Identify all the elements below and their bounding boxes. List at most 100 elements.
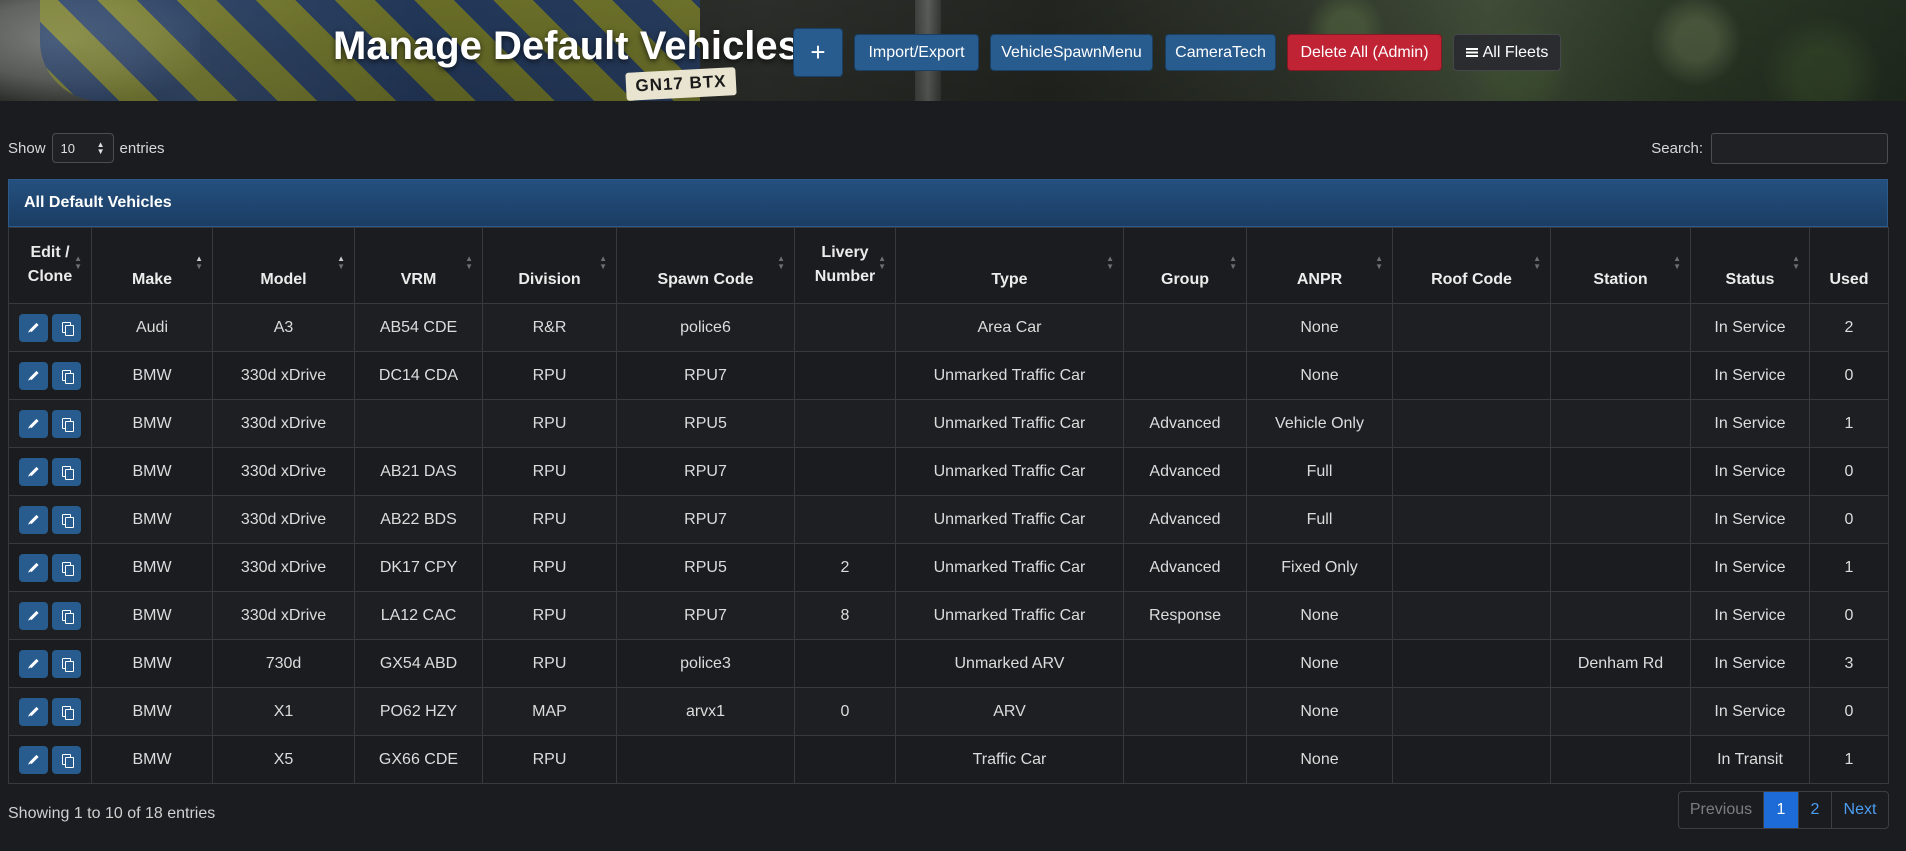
page-1-button[interactable]: 1 (1764, 792, 1798, 828)
edit-button[interactable] (19, 745, 48, 774)
next-page-button[interactable]: Next (1831, 792, 1888, 828)
table-header-row: Edit / Clone ▲ ▼ Make ▲ ▼ Model ▲ ▼ VRM ▲ ▼ Div… (8, 227, 1889, 304)
table-cell: RPU5 (616, 543, 795, 592)
table-cell: Response (1123, 591, 1247, 640)
clone-button[interactable] (52, 649, 81, 678)
column-header[interactable]: Make ▲ ▼ (91, 227, 213, 304)
table-cell: ARV (895, 687, 1124, 736)
pencil-icon (28, 322, 39, 333)
table-cell: BMW (91, 351, 213, 400)
column-header-label: ANPR (1296, 271, 1343, 288)
table-cell: Unmarked Traffic Car (895, 495, 1124, 544)
table-cell (1392, 351, 1551, 400)
column-header[interactable]: VRM ▲ ▼ (354, 227, 483, 304)
column-header-label: Edit / Clone (27, 244, 73, 285)
table-cell: Unmarked ARV (895, 639, 1124, 688)
sort-icon: ▲ ▼ (1375, 254, 1383, 271)
column-header-label: Used (1829, 271, 1869, 288)
table-cell (1550, 399, 1691, 448)
column-header[interactable]: Livery Number ▲ ▼ (794, 227, 896, 304)
delete-all-button[interactable]: Delete All (Admin) (1287, 34, 1442, 71)
clone-button[interactable] (52, 361, 81, 390)
table-cell: BMW (91, 543, 213, 592)
table-cell: 0 (1809, 591, 1889, 640)
pencil-icon (28, 610, 39, 621)
column-header[interactable]: Spawn Code ▲ ▼ (616, 227, 795, 304)
edit-button[interactable] (19, 409, 48, 438)
entries-select-value: 10 (60, 140, 75, 156)
table-cell: RPU (482, 639, 617, 688)
table-cell (1392, 495, 1551, 544)
vehicle-spawn-menu-button[interactable]: VehicleSpawnMenu (990, 34, 1153, 71)
table-cell (1123, 735, 1247, 784)
table-cell: AB21 DAS (354, 447, 483, 496)
row-actions (8, 495, 92, 544)
clone-button[interactable] (52, 745, 81, 774)
table-cell (794, 495, 896, 544)
edit-button[interactable] (19, 697, 48, 726)
edit-button[interactable] (19, 361, 48, 390)
table-cell: RPU (482, 495, 617, 544)
previous-page-button[interactable]: Previous (1679, 792, 1764, 828)
clone-button[interactable] (52, 313, 81, 342)
card-title: All Default Vehicles (8, 179, 1888, 227)
edit-button[interactable] (19, 649, 48, 678)
table-cell: 8 (794, 591, 896, 640)
column-header[interactable]: Used (1809, 227, 1889, 304)
entries-select[interactable]: 10 ▲ ▼ (51, 133, 114, 163)
edit-button[interactable] (19, 553, 48, 582)
column-header[interactable]: Station ▲ ▼ (1550, 227, 1691, 304)
column-header[interactable]: Edit / Clone ▲ ▼ (8, 227, 92, 304)
table-cell: Vehicle Only (1246, 399, 1393, 448)
column-header[interactable]: Type ▲ ▼ (895, 227, 1124, 304)
table-cell: X1 (212, 687, 355, 736)
column-header-label: VRM (400, 271, 437, 288)
table-cell: Advanced (1123, 543, 1247, 592)
clone-button[interactable] (52, 697, 81, 726)
all-fleets-button[interactable]: All Fleets (1453, 34, 1561, 71)
column-header[interactable]: Model ▲ ▼ (212, 227, 355, 304)
table-cell (1392, 399, 1551, 448)
clone-button[interactable] (52, 505, 81, 534)
column-header-label: Make (131, 271, 173, 288)
import-export-button[interactable]: Import/Export (854, 34, 979, 71)
table-cell (794, 303, 896, 352)
row-actions (8, 591, 92, 640)
column-header-label: Station (1593, 271, 1648, 288)
pencil-icon (28, 370, 39, 381)
column-header[interactable]: Status ▲ ▼ (1690, 227, 1810, 304)
row-actions (8, 303, 92, 352)
clone-button[interactable] (52, 457, 81, 486)
table-cell: Unmarked Traffic Car (895, 543, 1124, 592)
add-vehicle-button[interactable]: + (793, 28, 843, 77)
column-header[interactable]: ANPR ▲ ▼ (1246, 227, 1393, 304)
camera-tech-button[interactable]: CameraTech (1165, 34, 1276, 71)
edit-button[interactable] (19, 313, 48, 342)
table-cell: RPU5 (616, 399, 795, 448)
table-cell: 330d xDrive (212, 399, 355, 448)
table-cell: In Service (1690, 351, 1810, 400)
clone-button[interactable] (52, 409, 81, 438)
pencil-icon (28, 754, 39, 765)
column-header[interactable]: Division ▲ ▼ (482, 227, 617, 304)
table-cell (1392, 639, 1551, 688)
column-header[interactable]: Roof Code ▲ ▼ (1392, 227, 1551, 304)
edit-button[interactable] (19, 601, 48, 630)
clone-button[interactable] (52, 553, 81, 582)
table-cell: 0 (1809, 687, 1889, 736)
table-row: BMW X5 GX66 CDE RPU Traffic Car None In Transi… (8, 735, 1889, 784)
clone-button[interactable] (52, 601, 81, 630)
copy-icon (61, 321, 74, 336)
search-label: Search: (1651, 140, 1703, 157)
table-cell: LA12 CAC (354, 591, 483, 640)
row-actions (8, 447, 92, 496)
vehicles-table: Edit / Clone ▲ ▼ Make ▲ ▼ Model ▲ ▼ VRM ▲ ▼ Div… (8, 227, 1889, 784)
column-header-label: Division (518, 271, 581, 288)
column-header[interactable]: Group ▲ ▼ (1123, 227, 1247, 304)
page-2-button[interactable]: 2 (1798, 792, 1831, 828)
edit-button[interactable] (19, 505, 48, 534)
column-header-label: Roof Code (1431, 271, 1512, 288)
edit-button[interactable] (19, 457, 48, 486)
table-cell: None (1246, 639, 1393, 688)
search-input[interactable] (1711, 133, 1888, 164)
